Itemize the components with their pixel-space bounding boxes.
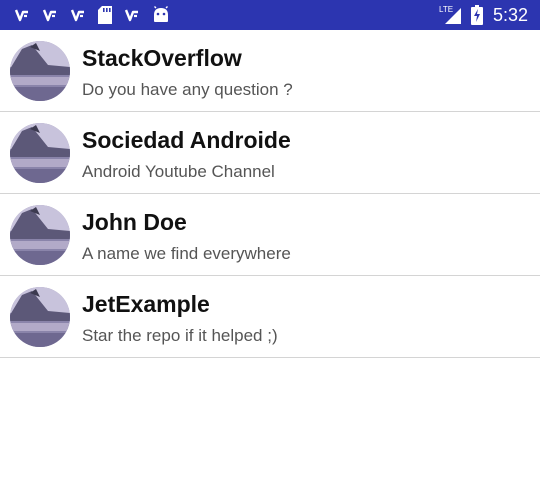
contact-name: JetExample bbox=[82, 291, 210, 317]
status-bar: LTE 5:32 bbox=[0, 0, 540, 30]
list-item[interactable]: StackOverflow Do you have any question ? bbox=[0, 30, 540, 112]
carrier-v-icon bbox=[124, 7, 140, 23]
network-type-label: LTE bbox=[439, 5, 453, 14]
avatar bbox=[10, 123, 70, 183]
contact-name: Sociedad Androide bbox=[82, 127, 291, 153]
list-item[interactable]: JetExample Star the repo if it helped ;) bbox=[0, 276, 540, 358]
list-item[interactable]: Sociedad Androide Android Youtube Channe… bbox=[0, 112, 540, 194]
battery-charging-icon bbox=[470, 5, 483, 25]
contact-description: A name we find everywhere bbox=[82, 244, 291, 263]
contact-description: Android Youtube Channel bbox=[82, 162, 275, 181]
contact-name: StackOverflow bbox=[82, 45, 242, 71]
status-clock: 5:32 bbox=[492, 4, 528, 25]
contact-description: Do you have any question ? bbox=[82, 80, 293, 99]
notification-icons bbox=[14, 0, 182, 30]
signal-icon: LTE bbox=[439, 4, 463, 26]
carrier-v-icon bbox=[42, 7, 58, 23]
avatar bbox=[10, 205, 70, 265]
avatar bbox=[10, 41, 70, 101]
contact-name: John Doe bbox=[82, 209, 187, 235]
contact-list: StackOverflow Do you have any question ?… bbox=[0, 30, 540, 358]
carrier-v-icon bbox=[70, 7, 86, 23]
contact-description: Star the repo if it helped ;) bbox=[82, 326, 278, 345]
sd-card-icon bbox=[98, 6, 112, 24]
system-status-icons: LTE 5:32 bbox=[439, 0, 528, 30]
avatar bbox=[10, 287, 70, 347]
carrier-v-icon bbox=[14, 7, 30, 23]
list-item[interactable]: John Doe A name we find everywhere bbox=[0, 194, 540, 276]
android-icon bbox=[152, 6, 170, 24]
